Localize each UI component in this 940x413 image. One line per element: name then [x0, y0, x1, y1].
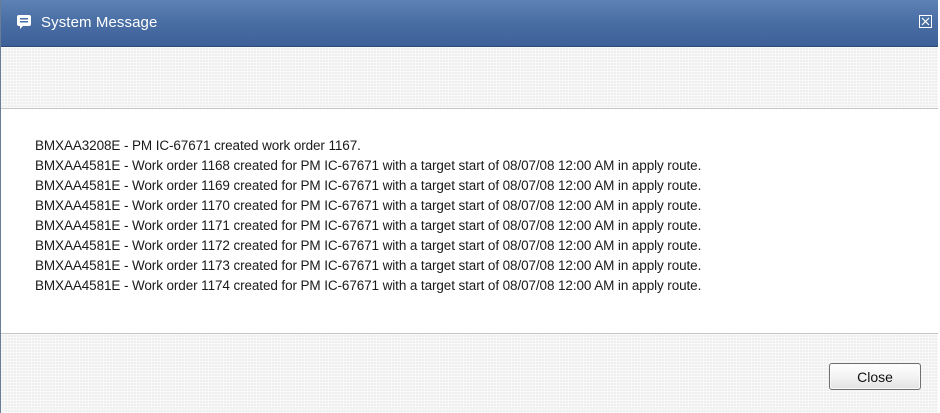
- dialog-title: System Message: [41, 14, 158, 31]
- message-line: BMXAA4581E - Work order 1169 created for…: [35, 178, 702, 193]
- system-message-dialog: System Message BMXAA3208E - PM IC-67671 …: [0, 0, 938, 413]
- message-line: BMXAA4581E - Work order 1170 created for…: [35, 198, 702, 213]
- close-icon[interactable]: [919, 15, 932, 28]
- message-line: BMXAA3208E - PM IC-67671 created work or…: [35, 138, 361, 153]
- dialog-footer: Close: [1, 334, 938, 413]
- dialog-titlebar[interactable]: System Message: [1, 0, 938, 47]
- message-area: BMXAA3208E - PM IC-67671 created work or…: [1, 109, 938, 334]
- message-line: BMXAA4581E - Work order 1168 created for…: [35, 158, 702, 173]
- message-line: BMXAA4581E - Work order 1171 created for…: [35, 218, 702, 233]
- close-button[interactable]: Close: [829, 363, 921, 390]
- message-icon: [17, 15, 31, 29]
- message-line: BMXAA4581E - Work order 1172 created for…: [35, 238, 702, 253]
- message-line: BMXAA4581E - Work order 1173 created for…: [35, 258, 702, 273]
- message-line: BMXAA4581E - Work order 1174 created for…: [35, 278, 702, 293]
- message-list: BMXAA3208E - PM IC-67671 created work or…: [35, 136, 701, 296]
- dialog-header-band: [1, 47, 938, 109]
